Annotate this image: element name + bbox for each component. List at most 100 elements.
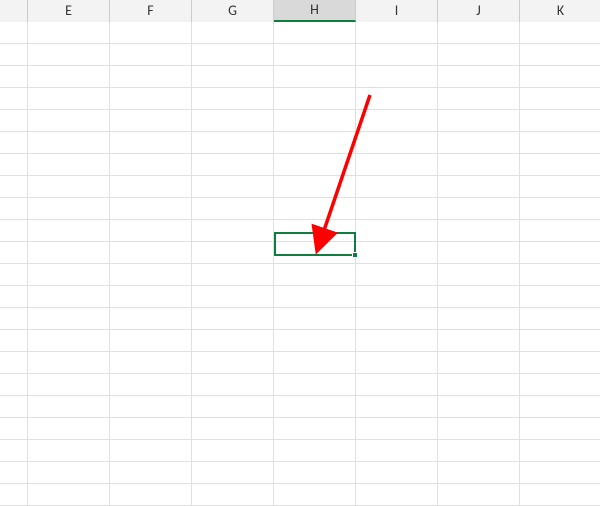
cell[interactable] bbox=[520, 154, 600, 176]
cell[interactable] bbox=[356, 198, 438, 220]
cell[interactable] bbox=[438, 66, 520, 88]
cell[interactable] bbox=[110, 220, 192, 242]
cell[interactable] bbox=[356, 66, 438, 88]
cell[interactable] bbox=[28, 330, 110, 352]
cell[interactable] bbox=[110, 418, 192, 440]
cell[interactable] bbox=[0, 44, 28, 66]
cell[interactable] bbox=[274, 484, 356, 506]
cell[interactable] bbox=[28, 176, 110, 198]
cell[interactable] bbox=[520, 440, 600, 462]
cell[interactable] bbox=[274, 374, 356, 396]
cell[interactable] bbox=[192, 352, 274, 374]
cell[interactable] bbox=[356, 286, 438, 308]
cell[interactable] bbox=[520, 22, 600, 44]
cell[interactable] bbox=[356, 110, 438, 132]
cell[interactable] bbox=[110, 286, 192, 308]
column-header-E[interactable]: E bbox=[28, 0, 110, 22]
cell[interactable] bbox=[110, 198, 192, 220]
cell[interactable] bbox=[356, 88, 438, 110]
cell[interactable] bbox=[438, 484, 520, 506]
cell[interactable] bbox=[520, 286, 600, 308]
cell[interactable] bbox=[28, 198, 110, 220]
column-header-H[interactable]: H bbox=[274, 0, 356, 22]
cell[interactable] bbox=[192, 44, 274, 66]
cell[interactable] bbox=[438, 176, 520, 198]
cell[interactable] bbox=[110, 352, 192, 374]
cell[interactable] bbox=[0, 462, 28, 484]
cell[interactable] bbox=[274, 220, 356, 242]
cell[interactable] bbox=[0, 154, 28, 176]
cell[interactable] bbox=[0, 198, 28, 220]
cell[interactable] bbox=[356, 220, 438, 242]
cell[interactable] bbox=[0, 308, 28, 330]
cell[interactable] bbox=[520, 330, 600, 352]
cell[interactable] bbox=[110, 308, 192, 330]
fill-handle[interactable] bbox=[352, 252, 358, 258]
cell[interactable] bbox=[520, 462, 600, 484]
cell[interactable] bbox=[0, 396, 28, 418]
cell[interactable] bbox=[274, 330, 356, 352]
cell[interactable] bbox=[274, 198, 356, 220]
cell[interactable] bbox=[356, 418, 438, 440]
cell[interactable] bbox=[0, 176, 28, 198]
cell[interactable] bbox=[274, 88, 356, 110]
cell[interactable] bbox=[520, 44, 600, 66]
cell[interactable] bbox=[356, 44, 438, 66]
cell[interactable] bbox=[274, 66, 356, 88]
cell[interactable] bbox=[356, 22, 438, 44]
cell[interactable] bbox=[28, 418, 110, 440]
cell[interactable] bbox=[274, 242, 356, 264]
cell[interactable] bbox=[438, 286, 520, 308]
cell[interactable] bbox=[192, 154, 274, 176]
cell[interactable] bbox=[438, 374, 520, 396]
cell[interactable] bbox=[28, 44, 110, 66]
cell[interactable] bbox=[356, 462, 438, 484]
cell[interactable] bbox=[274, 440, 356, 462]
column-header-J[interactable]: J bbox=[438, 0, 520, 22]
cell[interactable] bbox=[110, 132, 192, 154]
cell[interactable] bbox=[520, 418, 600, 440]
cell[interactable] bbox=[438, 110, 520, 132]
cell[interactable] bbox=[438, 264, 520, 286]
cell[interactable] bbox=[110, 242, 192, 264]
cell[interactable] bbox=[192, 264, 274, 286]
cell[interactable] bbox=[28, 66, 110, 88]
cell[interactable] bbox=[192, 396, 274, 418]
cell[interactable] bbox=[520, 220, 600, 242]
cell[interactable] bbox=[0, 374, 28, 396]
cell[interactable] bbox=[0, 440, 28, 462]
cell[interactable] bbox=[438, 88, 520, 110]
cell[interactable] bbox=[274, 462, 356, 484]
column-header-K[interactable]: K bbox=[520, 0, 600, 22]
cell[interactable] bbox=[192, 242, 274, 264]
cell[interactable] bbox=[28, 286, 110, 308]
cell[interactable] bbox=[28, 220, 110, 242]
cell[interactable] bbox=[274, 286, 356, 308]
column-header-I[interactable]: I bbox=[356, 0, 438, 22]
cell[interactable] bbox=[110, 462, 192, 484]
cell[interactable] bbox=[0, 110, 28, 132]
cell[interactable] bbox=[274, 110, 356, 132]
cell[interactable] bbox=[28, 264, 110, 286]
cell[interactable] bbox=[520, 198, 600, 220]
cell[interactable] bbox=[356, 308, 438, 330]
cell[interactable] bbox=[192, 462, 274, 484]
cell[interactable] bbox=[0, 484, 28, 506]
cell[interactable] bbox=[274, 176, 356, 198]
cell[interactable] bbox=[110, 440, 192, 462]
cell[interactable] bbox=[438, 154, 520, 176]
cell[interactable] bbox=[356, 242, 438, 264]
cell[interactable] bbox=[438, 22, 520, 44]
cell[interactable] bbox=[0, 352, 28, 374]
cell[interactable] bbox=[438, 44, 520, 66]
cell[interactable] bbox=[274, 308, 356, 330]
cell[interactable] bbox=[192, 374, 274, 396]
cell[interactable] bbox=[192, 286, 274, 308]
cell[interactable] bbox=[28, 462, 110, 484]
cell[interactable] bbox=[192, 418, 274, 440]
cell[interactable] bbox=[356, 352, 438, 374]
cell[interactable] bbox=[0, 66, 28, 88]
cell[interactable] bbox=[438, 352, 520, 374]
cell[interactable] bbox=[520, 132, 600, 154]
cell[interactable] bbox=[274, 418, 356, 440]
